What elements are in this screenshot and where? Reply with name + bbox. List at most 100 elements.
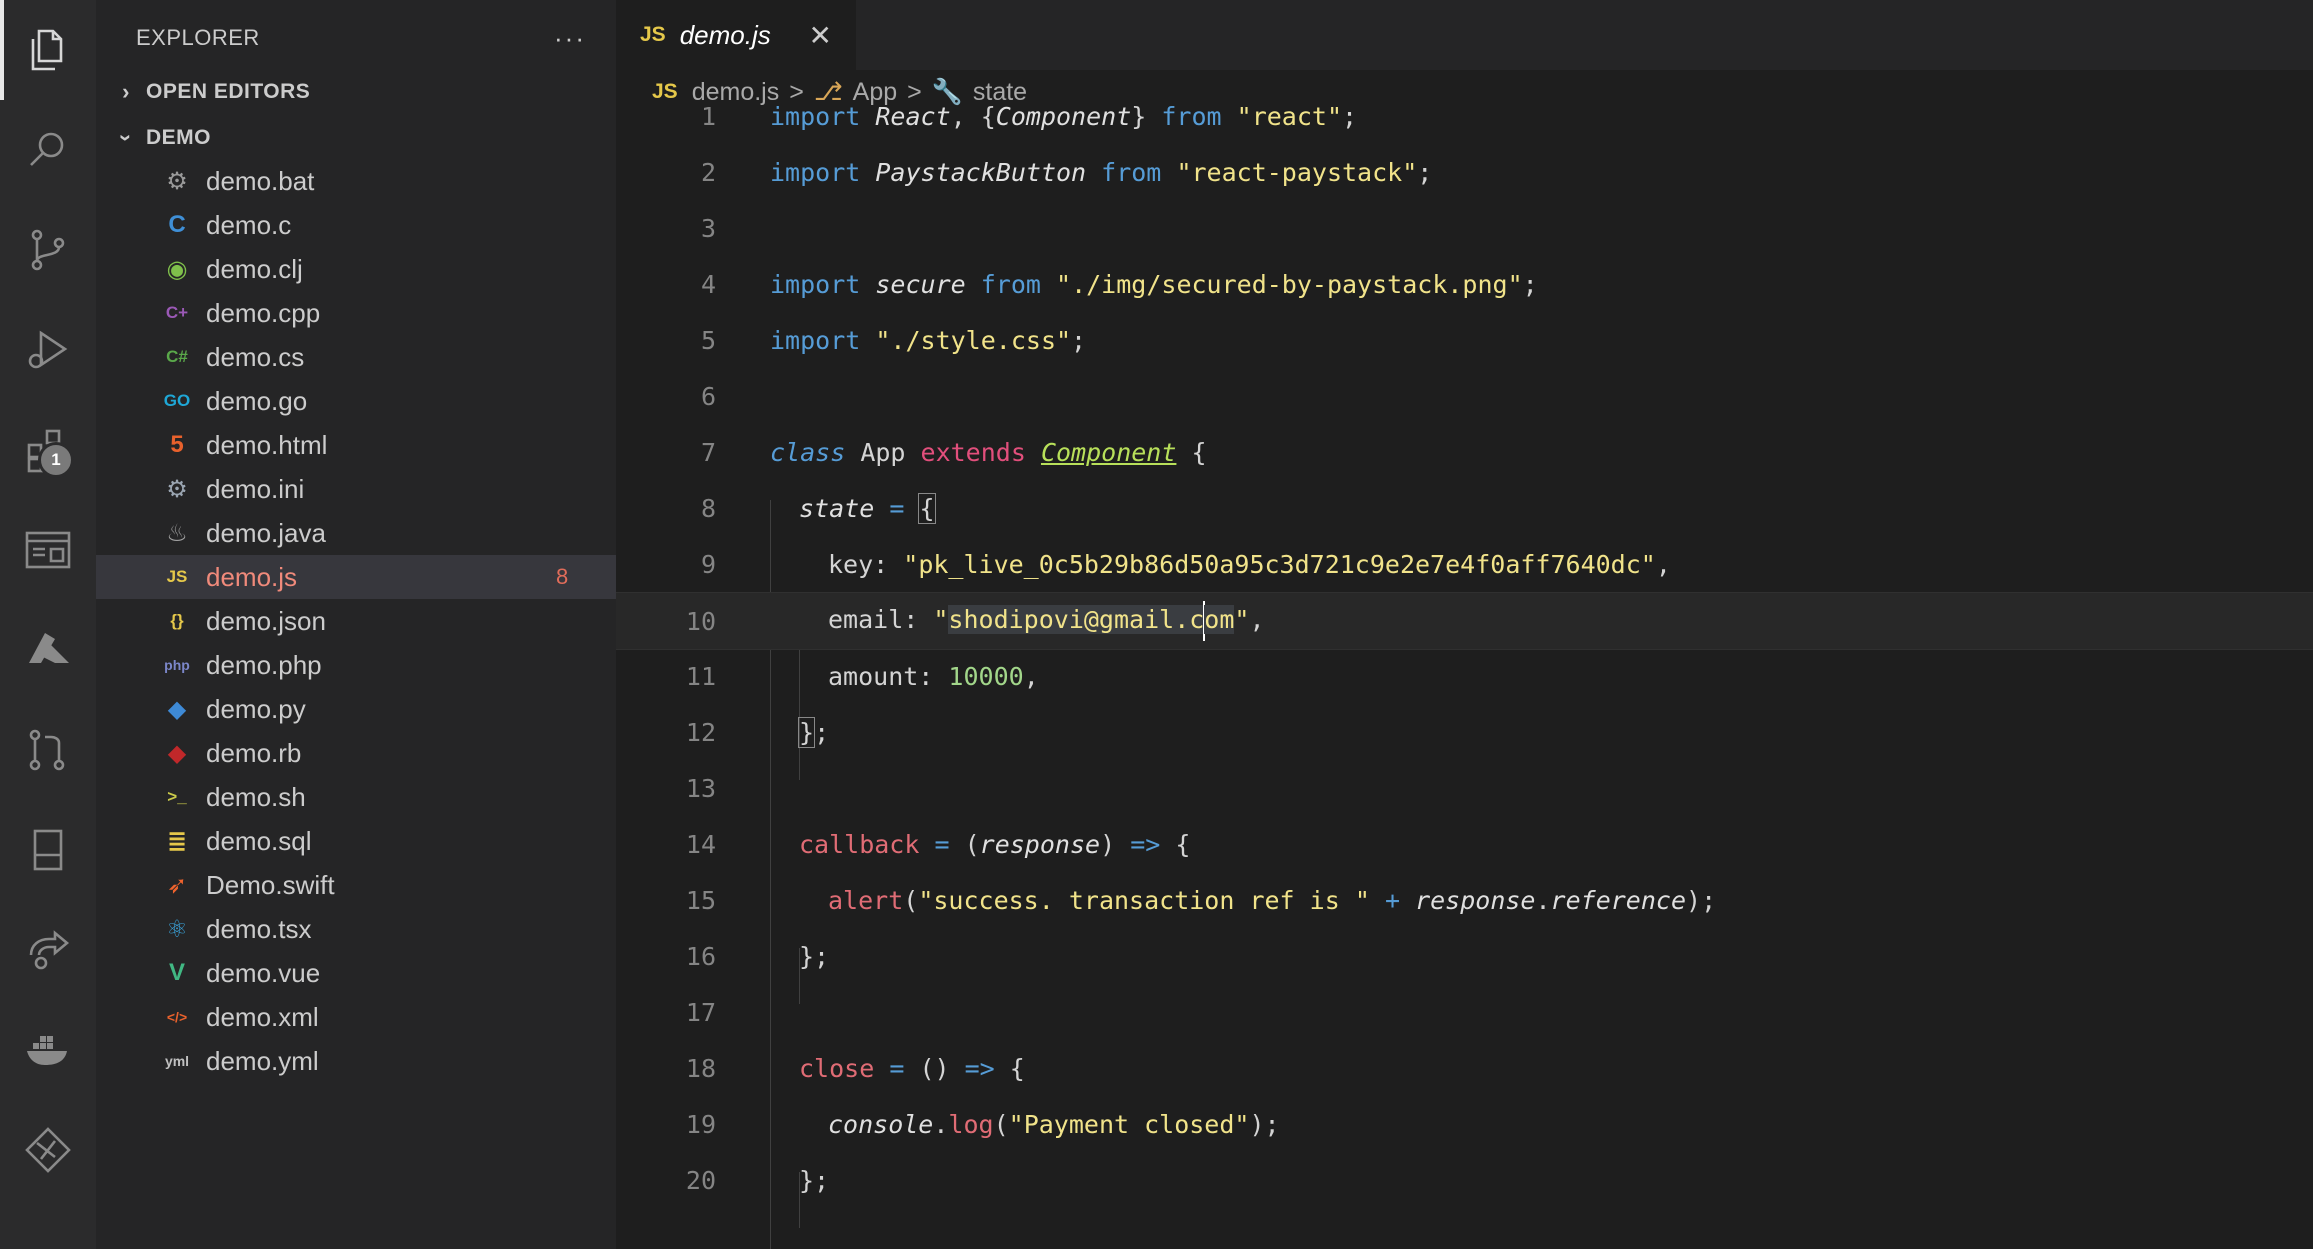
problem-count-badge: 8	[556, 564, 569, 589]
file-name: demo.js	[206, 561, 298, 592]
code-line: 1 import React, {Component} from "react"…	[616, 88, 2313, 144]
line-number: 2	[700, 157, 716, 187]
file-item[interactable]: JS demo.js 8	[96, 555, 616, 599]
code-line: 15 alert("success. transaction ref is " …	[616, 872, 2313, 928]
extensions-badge: 1	[38, 442, 74, 478]
file-name: demo.tsx	[206, 913, 312, 944]
explorer-title: EXPLORER	[136, 25, 260, 50]
tab-bar: JS demo.js ✕	[616, 0, 2313, 70]
file-name: demo.py	[206, 693, 306, 724]
bookmark-panel-icon[interactable]	[0, 800, 96, 900]
file-item[interactable]: {} demo.json	[96, 599, 616, 643]
file-item[interactable]: ◉ demo.clj	[96, 247, 616, 291]
json-icon: {}	[170, 611, 184, 630]
file-item[interactable]: C# demo.cs	[96, 335, 616, 379]
file-item[interactable]: ◆ demo.rb	[96, 731, 616, 775]
code-line: 12 };	[616, 704, 2313, 760]
more-actions-icon[interactable]: ···	[554, 23, 586, 54]
file-name: demo.sql	[206, 825, 312, 856]
activity-bar: 1	[0, 0, 96, 1249]
azure-icon[interactable]	[0, 600, 96, 700]
chevron-right-icon: ›	[122, 79, 130, 104]
close-icon[interactable]: ✕	[809, 19, 832, 52]
line-number: 6	[700, 381, 716, 411]
live-share-icon[interactable]	[0, 900, 96, 1000]
file-item[interactable]: ≣ demo.sql	[96, 819, 616, 863]
pull-request-icon[interactable]	[0, 700, 96, 800]
file-item[interactable]: ➶ Demo.swift	[96, 863, 616, 907]
code-line-current: 10 email: "shodipovi@gmail.com",	[616, 592, 2313, 650]
code-line: 14 callback = (response) => {	[616, 816, 2313, 872]
line-number: 9	[700, 549, 716, 579]
file-name: demo.java	[206, 517, 326, 548]
line-number: 11	[685, 661, 716, 691]
file-item[interactable]: 5 demo.html	[96, 423, 616, 467]
line-number: 19	[685, 1109, 716, 1139]
file-name: demo.cpp	[206, 297, 321, 328]
file-item[interactable]: GO demo.go	[96, 379, 616, 423]
file-item[interactable]: php demo.php	[96, 643, 616, 687]
line-number: 5	[700, 325, 716, 355]
file-name: demo.html	[206, 429, 328, 460]
code-line: 13	[616, 760, 2313, 816]
netlify-icon[interactable]	[0, 1100, 96, 1200]
file-item[interactable]: >_ demo.sh	[96, 775, 616, 819]
file-name: demo.clj	[206, 253, 303, 284]
file-name: demo.rb	[206, 737, 302, 768]
file-item[interactable]: ◆ demo.py	[96, 687, 616, 731]
line-number: 18	[685, 1053, 716, 1083]
file-name: demo.go	[206, 385, 308, 416]
code-line: 17	[616, 984, 2313, 1040]
open-editors-section[interactable]: › OPEN EDITORS	[106, 72, 626, 112]
code-line: 8 state = {	[616, 480, 2313, 536]
extensions-icon[interactable]: 1	[0, 400, 96, 500]
code-line: 11 amount: 10000,	[616, 648, 2313, 704]
source-control-icon[interactable]	[0, 200, 96, 300]
code-line: 5 import "./style.css";	[616, 312, 2313, 368]
file-item[interactable]: ⚙ demo.ini	[96, 467, 616, 511]
file-name: demo.cs	[206, 341, 305, 372]
html5-icon: 5	[170, 431, 184, 458]
docker-icon[interactable]	[0, 1000, 96, 1100]
js-icon: JS	[166, 567, 188, 586]
file-item[interactable]: Cdemo.c	[96, 203, 616, 247]
tab-demo-js[interactable]: JS demo.js ✕	[616, 0, 856, 70]
file-item[interactable]: yml demo.yml	[96, 1039, 616, 1083]
code-line: 20 };	[616, 1152, 2313, 1208]
csharp-icon: C#	[166, 347, 188, 366]
code-line: 6	[616, 368, 2313, 424]
remote-explorer-icon[interactable]	[0, 500, 96, 600]
file-item[interactable]: C+ demo.cpp	[96, 291, 616, 335]
clojure-icon: ◉	[166, 255, 188, 283]
line-number: 7	[700, 437, 716, 467]
file-name: demo.c	[206, 209, 292, 240]
line-number: 10	[685, 606, 716, 636]
file-item[interactable]: ⚙ demo.bat	[96, 159, 616, 203]
bracket-match: }	[797, 716, 816, 748]
code-line: 3	[616, 200, 2313, 256]
code-editor[interactable]: 1 import React, {Component} from "react"…	[616, 85, 2313, 1249]
file-name: demo.json	[206, 605, 326, 636]
python-icon: ◆	[167, 695, 187, 723]
run-debug-icon[interactable]	[0, 300, 96, 400]
bracket-match: {	[918, 492, 936, 524]
java-icon: ♨	[166, 519, 188, 547]
line-number: 1	[700, 101, 716, 131]
file-name: demo.php	[206, 649, 322, 680]
line-number: 14	[685, 829, 716, 859]
file-item[interactable]: ⚛ demo.tsx	[96, 907, 616, 951]
cpp-icon: C+	[165, 303, 189, 322]
folder-section-demo[interactable]: › DEMO	[106, 118, 626, 158]
gear-cog-icon: ⚙	[166, 167, 188, 195]
file-item[interactable]: ♨ demo.java	[96, 511, 616, 555]
c-lang-icon: C	[168, 211, 186, 238]
line-number: 8	[700, 493, 716, 523]
search-icon[interactable]	[0, 100, 96, 200]
file-item[interactable]: </> demo.xml	[96, 995, 616, 1039]
line-number: 20	[685, 1165, 716, 1195]
file-name: demo.bat	[206, 165, 315, 196]
file-name: demo.vue	[206, 957, 321, 988]
open-editors-label: OPEN EDITORS	[146, 80, 311, 103]
file-item[interactable]: Vdemo.vue	[96, 951, 616, 995]
explorer-icon[interactable]	[0, 0, 96, 100]
